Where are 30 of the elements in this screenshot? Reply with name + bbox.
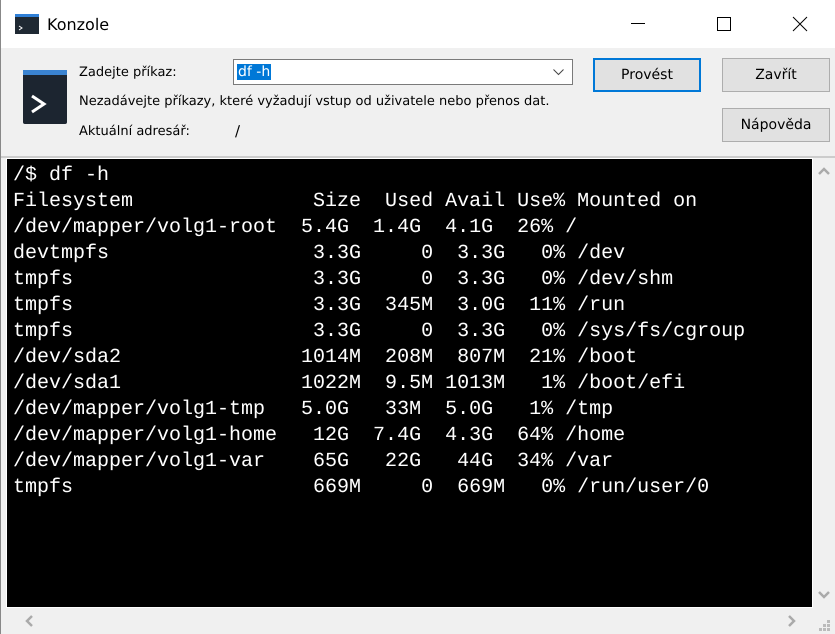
dialog-button[interactable]: Provést bbox=[593, 58, 701, 92]
output-line: tmpfs 3.3G 0 3.3G 0% /dev/shm bbox=[13, 267, 674, 293]
directory-value: / bbox=[234, 122, 242, 140]
output-line: /dev/mapper/volg1-root 5.4G 1.4G 4.1G 26% / bbox=[13, 215, 578, 241]
output-line: /dev/mapper/volg1-home 12G 7.4G 4.3G 64% /home bbox=[13, 423, 626, 449]
output-line: devtmpfs 3.3G 0 3.3G 0% /dev bbox=[13, 241, 626, 267]
resize-grip-icon[interactable] bbox=[818, 620, 830, 632]
console-app-icon bbox=[15, 14, 39, 34]
output-line: Filesystem Size Used Avail Use% Mounted on bbox=[13, 189, 698, 215]
minimize-icon bbox=[631, 23, 645, 25]
dialog-button[interactable]: Nápověda bbox=[722, 108, 830, 142]
output-line: /dev/sda1 1022M 9.5M 1013M 1% /boot/efi bbox=[13, 371, 686, 397]
output-line: tmpfs 669M 0 669M 0% /run/user/0 bbox=[13, 475, 710, 501]
output-line: tmpfs 3.3G 0 3.3G 0% /sys/fs/cgroup bbox=[13, 319, 746, 345]
output-line: /dev/sda2 1014M 208M 807M 21% /boot bbox=[13, 345, 638, 371]
directory-label: Aktuální adresář: bbox=[79, 124, 191, 138]
console-icon bbox=[23, 70, 67, 124]
output-line: tmpfs 3.3G 345M 3.0G 11% /run bbox=[13, 293, 626, 319]
close-icon bbox=[792, 16, 808, 32]
output-line: /dev/mapper/volg1-tmp 5.0G 33M 5.0G 1% /tmp bbox=[13, 397, 614, 423]
output-line: /$ df -h bbox=[13, 163, 110, 189]
dialog-button[interactable]: Zavřít bbox=[722, 58, 830, 92]
maximize-icon bbox=[717, 17, 731, 31]
command-label: Zadejte příkaz: bbox=[79, 64, 178, 80]
dropdown-caret-icon bbox=[553, 68, 564, 76]
output-line: /dev/mapper/volg1-var 65G 22G 44G 34% /var bbox=[13, 449, 614, 475]
window-title: Konzole bbox=[47, 14, 110, 34]
command-combobox[interactable]: df -h bbox=[233, 59, 573, 85]
command-value: df -h bbox=[237, 64, 272, 80]
hint-text: Nezadávejte příkazy, které vyžadují vstup od uživatele nebo přenos dat. bbox=[79, 94, 550, 108]
